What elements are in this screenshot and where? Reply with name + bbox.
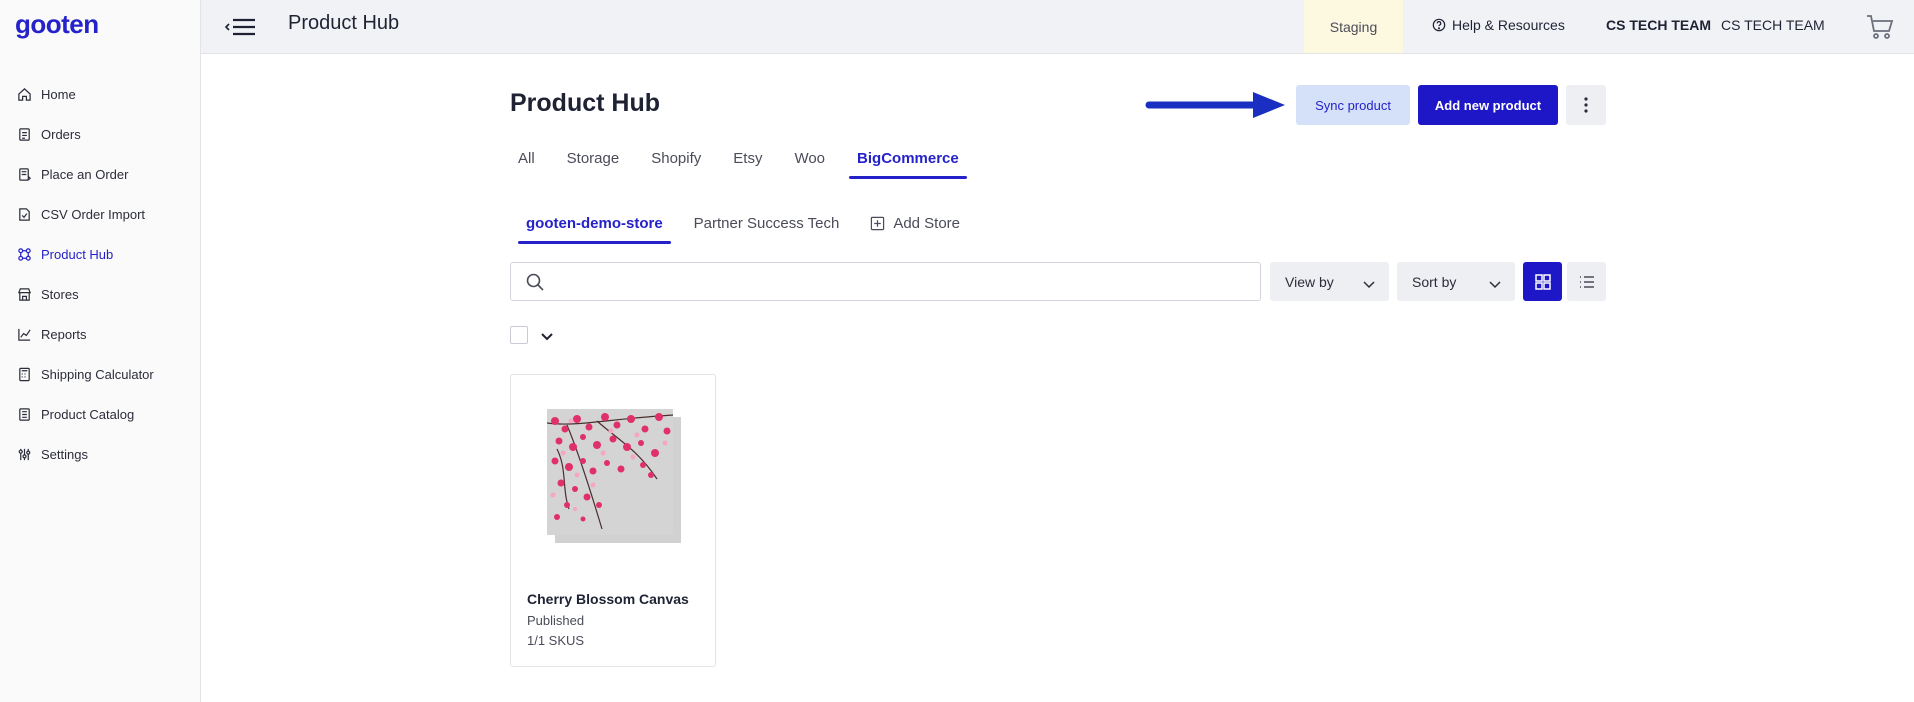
sidebar-item-label: Stores <box>41 286 79 302</box>
tab-shopify[interactable]: Shopify <box>651 150 701 167</box>
gooten-logo[interactable]: gooten <box>15 9 99 40</box>
store-tab-gooten-demo-store[interactable]: gooten-demo-store <box>518 215 671 244</box>
help-icon <box>1432 18 1446 32</box>
main-title: Product Hub <box>510 89 660 117</box>
sort-by-dropdown[interactable]: Sort by <box>1397 262 1515 301</box>
catalog-icon <box>16 406 32 422</box>
top-bar: Product Hub Staging Help & Resources CS … <box>201 0 1914 54</box>
sidebar-nav: Home Orders Place an Order CSV Order Imp… <box>0 74 200 474</box>
collapse-menu-button[interactable] <box>223 14 257 40</box>
sidebar: gooten Home Orders Place an Order CSV Or… <box>0 0 201 702</box>
sidebar-item-label: Home <box>41 86 76 102</box>
add-new-product-button[interactable]: Add new product <box>1418 85 1558 125</box>
store-tab-partner-success-tech[interactable]: Partner Success Tech <box>694 215 840 232</box>
chevron-down-icon <box>1363 276 1375 292</box>
calculator-icon <box>16 366 32 382</box>
help-resources-link[interactable]: Help & Resources <box>1432 17 1565 33</box>
search-box <box>510 262 1261 301</box>
tab-woo[interactable]: Woo <box>794 150 825 167</box>
reports-icon <box>16 326 32 342</box>
chevron-down-icon <box>1489 276 1501 292</box>
grid-icon <box>1534 273 1551 290</box>
sidebar-item-label: Settings <box>41 446 88 462</box>
store-tabs: gooten-demo-store Partner Success Tech A… <box>518 215 991 244</box>
team-name[interactable]: CS TECH TEAM <box>1606 17 1711 33</box>
sidebar-item-label: Shipping Calculator <box>41 366 154 382</box>
search-input[interactable] <box>555 269 1245 295</box>
platform-tabs: All Storage Shopify Etsy Woo BigCommerce <box>518 150 991 179</box>
plus-square-icon <box>870 216 885 231</box>
list-icon <box>1579 275 1594 288</box>
sidebar-item-settings[interactable]: Settings <box>0 434 200 474</box>
sidebar-item-shipping-calculator[interactable]: Shipping Calculator <box>0 354 200 394</box>
home-icon <box>16 86 32 102</box>
csv-import-icon <box>16 206 32 222</box>
tab-bigcommerce[interactable]: BigCommerce <box>849 150 967 179</box>
sidebar-item-label: Reports <box>41 326 87 342</box>
sidebar-item-label: Place an Order <box>41 166 129 182</box>
add-store-label: Add Store <box>893 215 961 232</box>
product-sku-count: 1/1 SKUS <box>527 633 585 648</box>
sidebar-item-csv-order-import[interactable]: CSV Order Import <box>0 194 200 234</box>
sidebar-item-product-catalog[interactable]: Product Catalog <box>0 394 200 434</box>
select-all-checkbox[interactable] <box>510 326 528 344</box>
orders-icon <box>16 126 32 142</box>
sidebar-item-label: CSV Order Import <box>41 206 146 222</box>
tab-storage[interactable]: Storage <box>567 150 620 167</box>
help-label: Help & Resources <box>1452 17 1565 33</box>
sidebar-item-product-hub[interactable]: Product Hub <box>0 234 200 274</box>
cart-icon[interactable] <box>1865 13 1895 41</box>
sidebar-item-orders[interactable]: Orders <box>0 114 200 154</box>
chevron-down-icon[interactable] <box>541 328 553 346</box>
tab-etsy[interactable]: Etsy <box>733 150 762 167</box>
product-name: Cherry Blossom Canvas <box>527 591 689 607</box>
grid-view-button[interactable] <box>1523 262 1562 301</box>
sidebar-item-label: Product Hub <box>41 246 114 262</box>
place-order-icon <box>16 166 32 182</box>
environment-badge: Staging <box>1304 0 1403 53</box>
list-view-button[interactable] <box>1567 262 1606 301</box>
team-switcher[interactable]: CS TECH TEAM <box>1721 17 1825 33</box>
page-title: Product Hub <box>288 12 400 34</box>
view-by-dropdown[interactable]: View by <box>1270 262 1389 301</box>
kebab-icon <box>1584 97 1588 113</box>
settings-icon <box>16 446 32 462</box>
sidebar-item-label: Orders <box>41 126 81 142</box>
product-card[interactable]: Cherry Blossom Canvas Published 1/1 SKUS <box>510 374 716 667</box>
sync-product-button[interactable]: Sync product <box>1296 85 1410 125</box>
sidebar-item-stores[interactable]: Stores <box>0 274 200 314</box>
sidebar-item-label: Product Catalog <box>41 406 135 422</box>
search-icon <box>526 273 544 296</box>
view-by-label: View by <box>1285 273 1334 290</box>
product-status: Published <box>527 613 585 628</box>
sidebar-item-reports[interactable]: Reports <box>0 314 200 354</box>
sort-by-label: Sort by <box>1412 273 1457 290</box>
arrow-annotation-icon <box>1145 88 1291 127</box>
tab-all[interactable]: All <box>518 150 535 167</box>
more-options-button[interactable] <box>1566 85 1606 125</box>
product-thumbnail <box>546 409 681 543</box>
product-hub-icon <box>16 246 32 262</box>
sidebar-item-home[interactable]: Home <box>0 74 200 114</box>
add-store-button[interactable]: Add Store <box>870 215 960 232</box>
sidebar-item-place-order[interactable]: Place an Order <box>0 154 200 194</box>
store-icon <box>16 286 32 302</box>
